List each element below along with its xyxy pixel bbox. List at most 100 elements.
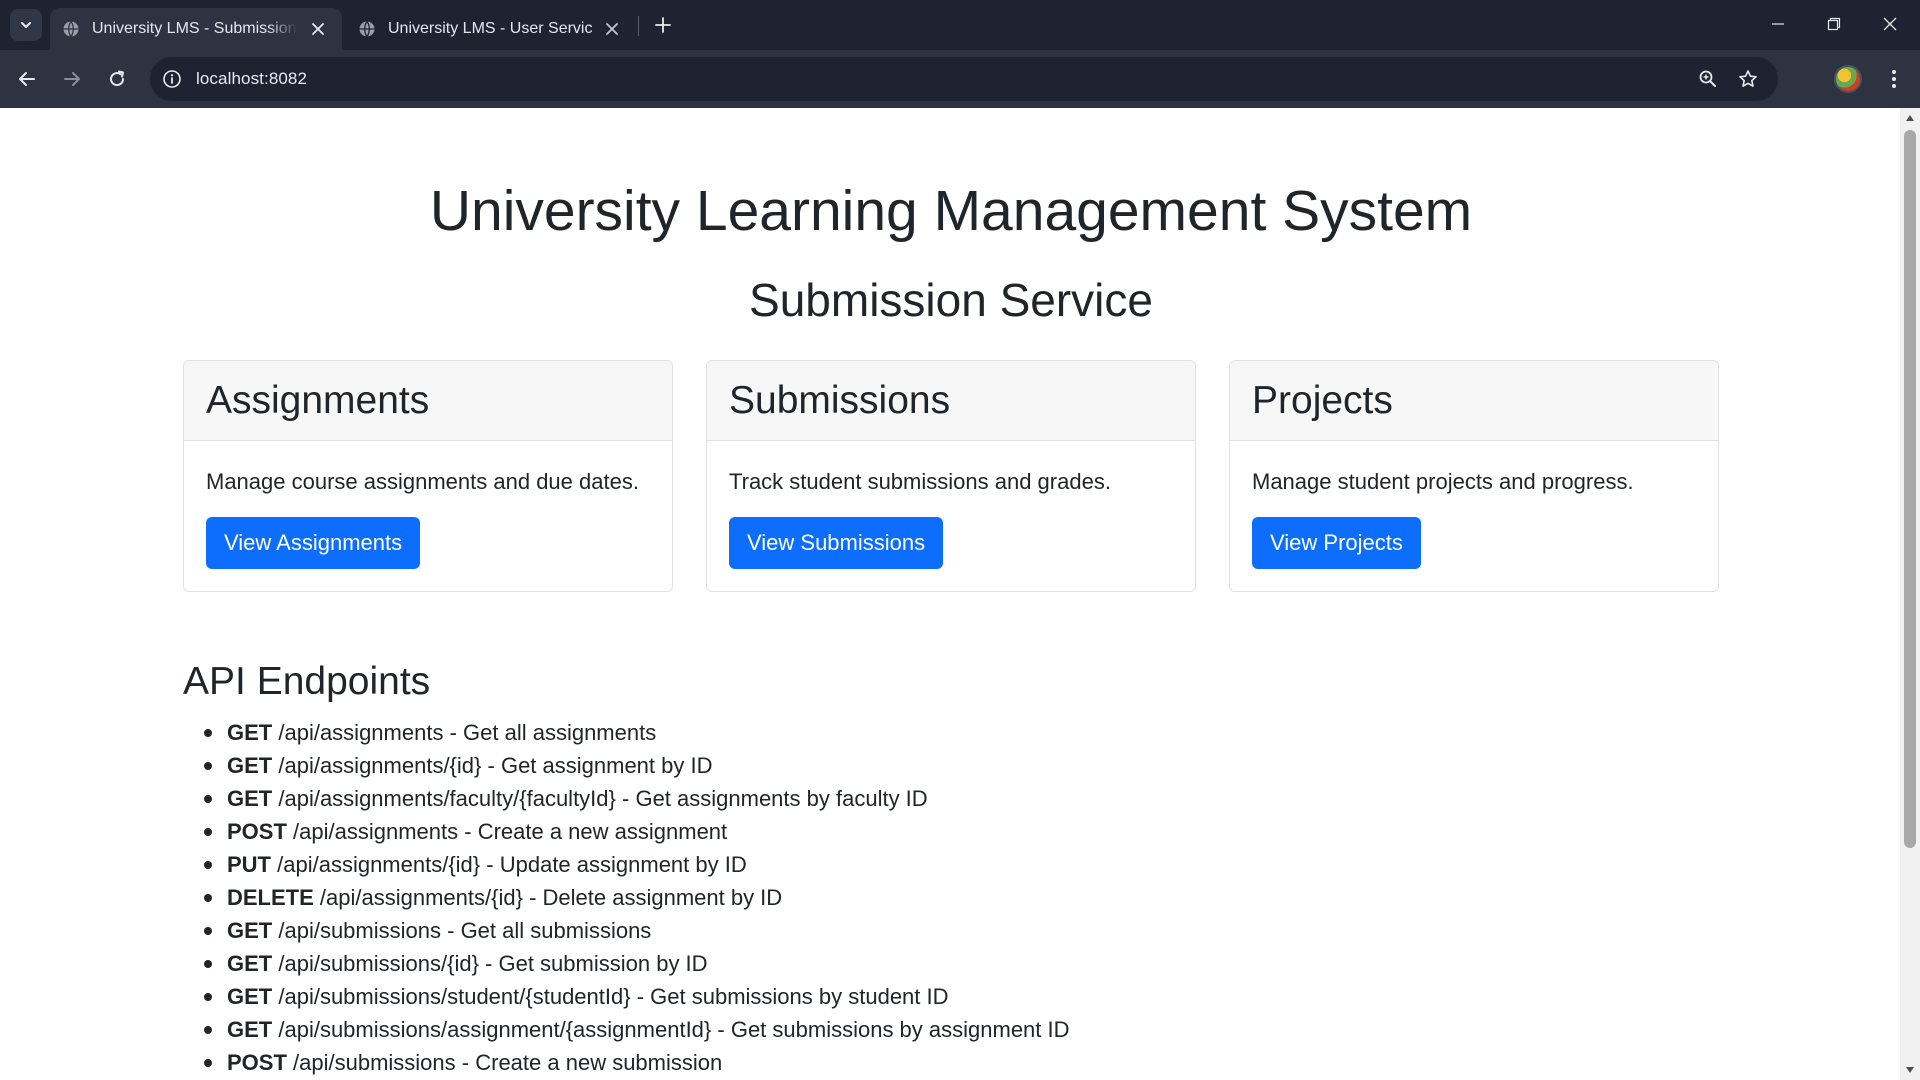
close-window-button[interactable] <box>1862 0 1918 48</box>
tab-submission-service[interactable]: University LMS - Submission Service <box>50 8 342 50</box>
endpoint-item: GET /api/submissions/assignment/{assignm… <box>204 1013 1070 1046</box>
info-icon[interactable] <box>160 67 184 91</box>
url-text[interactable]: localhost:8082 <box>196 57 307 101</box>
tab-search-button[interactable] <box>10 9 42 41</box>
api-endpoints-heading: API Endpoints <box>183 660 431 703</box>
endpoint-path: /api/assignments/{id} <box>319 885 523 910</box>
endpoint-separator: - <box>458 819 478 844</box>
endpoint-item: PUT /api/assignments/{id} - Update assig… <box>204 848 1070 881</box>
card-text: Track student submissions and grades. <box>729 469 1111 494</box>
arrow-right-icon <box>64 72 80 86</box>
endpoint-item: GET /api/submissions/{id} - Get submissi… <box>204 947 1070 980</box>
endpoint-separator: - <box>630 984 651 1009</box>
endpoint-separator: - <box>480 852 500 877</box>
submissions-card: Submissions Track student submissions an… <box>706 360 1196 592</box>
page-title: University Learning Management System <box>429 179 1473 243</box>
http-method: POST <box>227 819 287 844</box>
chevron-down-icon <box>21 22 31 28</box>
browser-toolbar: localhost:8082 <box>0 50 1920 108</box>
endpoint-list: GET /api/assignments - Get all assignmen… <box>204 716 1070 1079</box>
http-method: GET <box>227 753 273 778</box>
endpoint-description: Create a new submission <box>475 1050 723 1075</box>
card-title: Submissions <box>729 378 951 422</box>
endpoint-description: Get submissions by assignment ID <box>730 1017 1070 1042</box>
view-assignments-button[interactable]: View Assignments <box>206 517 421 569</box>
endpoint-path: /api/submissions/{id} <box>278 951 479 976</box>
http-method: GET <box>227 720 273 745</box>
http-method: DELETE <box>227 885 314 910</box>
http-method: GET <box>227 951 273 976</box>
endpoint-description: Get assignment by ID <box>500 753 713 778</box>
back-button[interactable] <box>9 61 45 97</box>
card-text: Manage course assignments and due dates. <box>206 469 639 494</box>
endpoint-description: Get submissions by student ID <box>650 984 949 1009</box>
endpoint-separator: - <box>478 951 499 976</box>
endpoint-separator: - <box>522 885 543 910</box>
endpoint-separator: - <box>443 720 464 745</box>
star-icon[interactable] <box>1736 67 1760 91</box>
endpoint-item: GET /api/assignments - Get all assignmen… <box>204 716 1070 749</box>
endpoint-path: /api/assignments/{id} <box>278 753 482 778</box>
endpoint-path: /api/submissions/assignment/{assignmentI… <box>278 1017 712 1042</box>
close-icon <box>1883 17 1897 31</box>
endpoint-description: Create a new assignment <box>477 819 728 844</box>
card-body: Manage student projects and progress. Vi… <box>1230 441 1718 591</box>
endpoint-item: GET /api/submissions - Get all submissio… <box>204 914 1070 947</box>
endpoint-item: GET /api/submissions/student/{studentId}… <box>204 980 1070 1013</box>
endpoint-description: Get all assignments <box>463 720 657 745</box>
endpoint-description: Get assignments by faculty ID <box>635 786 928 811</box>
tab-title: University LMS - User Service <box>388 20 592 37</box>
view-projects-button[interactable]: View Projects <box>1252 517 1421 569</box>
avatar[interactable] <box>1834 65 1862 93</box>
card-title: Assignments <box>206 378 430 422</box>
tab-user-service[interactable]: University LMS - User Service <box>346 8 636 50</box>
endpoint-separator: - <box>481 753 501 778</box>
scroll-down-arrow[interactable] <box>1900 1060 1920 1080</box>
endpoint-path: /api/submissions/student/{studentId} <box>278 984 631 1009</box>
card-header: Projects <box>1230 361 1718 441</box>
reload-button[interactable] <box>99 61 135 97</box>
http-method: POST <box>227 1050 287 1075</box>
globe-icon <box>63 21 79 37</box>
endpoint-path: /api/assignments <box>293 819 459 844</box>
view-submissions-button[interactable]: View Submissions <box>729 517 944 569</box>
endpoint-description: Update assignment by ID <box>499 852 747 877</box>
tab-title: University LMS - Submission Service <box>92 20 298 37</box>
endpoint-path: /api/assignments <box>278 720 444 745</box>
restore-button[interactable] <box>1806 0 1862 48</box>
endpoint-path: /api/submissions <box>278 918 441 943</box>
new-tab-button[interactable] <box>650 12 676 38</box>
endpoint-item: POST /api/assignments - Create a new ass… <box>204 815 1070 848</box>
reload-icon <box>110 70 125 87</box>
close-icon[interactable] <box>602 19 622 39</box>
assignments-card: Assignments Manage course assignments an… <box>183 360 673 592</box>
scrollbar-thumb[interactable] <box>1904 130 1916 848</box>
endpoint-path: /api/submissions <box>293 1050 456 1075</box>
endpoint-separator: - <box>441 918 461 943</box>
zoom-icon[interactable] <box>1696 67 1720 91</box>
arrow-left-icon <box>19 72 35 86</box>
minimize-button[interactable] <box>1750 0 1806 48</box>
projects-card: Projects Manage student projects and pro… <box>1229 360 1719 592</box>
endpoint-path: /api/assignments/faculty/{facultyId} <box>278 786 616 811</box>
endpoint-separator: - <box>455 1050 476 1075</box>
endpoint-description: Delete assignment by ID <box>542 885 783 910</box>
scroll-up-arrow[interactable] <box>1900 108 1920 128</box>
endpoint-path: /api/assignments/{id} <box>277 852 481 877</box>
endpoint-item: DELETE /api/assignments/{id} - Delete as… <box>204 881 1070 914</box>
card-body: Track student submissions and grades. Vi… <box>707 441 1195 591</box>
forward-button[interactable] <box>54 61 90 97</box>
http-method: PUT <box>227 852 271 877</box>
http-method: GET <box>227 786 273 811</box>
card-title: Projects <box>1252 378 1393 422</box>
more-vertical-icon[interactable] <box>1880 65 1908 93</box>
close-icon[interactable] <box>308 19 328 39</box>
vertical-scrollbar[interactable] <box>1900 108 1920 1080</box>
card-header: Submissions <box>707 361 1195 441</box>
endpoint-description: Get all submissions <box>460 918 652 943</box>
endpoint-item: GET /api/assignments/{id} - Get assignme… <box>204 749 1070 782</box>
http-method: GET <box>227 984 273 1009</box>
card-header: Assignments <box>184 361 672 441</box>
address-bar[interactable]: localhost:8082 <box>150 57 1778 101</box>
minimize-icon <box>1772 23 1784 25</box>
